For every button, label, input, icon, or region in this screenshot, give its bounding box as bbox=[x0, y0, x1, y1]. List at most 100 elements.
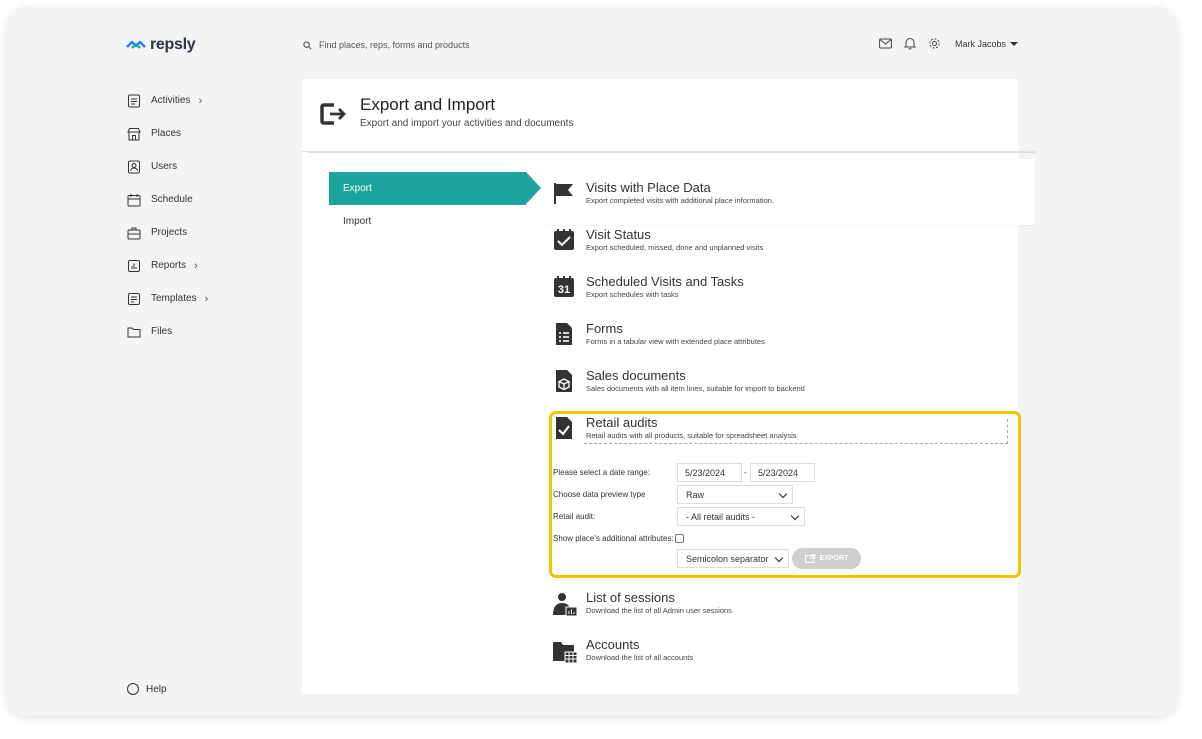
help-icon bbox=[127, 683, 139, 695]
export-item-accounts[interactable]: Accounts Download the list of all accoun… bbox=[552, 637, 693, 664]
export-item-scheduled-visits[interactable]: 31 Scheduled Visits and Tasks Export sch… bbox=[552, 274, 744, 301]
separator-select[interactable]: Semicolon separator bbox=[677, 549, 789, 568]
sidebar-item-label: Files bbox=[151, 326, 173, 337]
repsly-logo[interactable]: repsly bbox=[126, 36, 196, 54]
export-button[interactable]: EXPORT bbox=[792, 548, 861, 569]
tab-export-arrow bbox=[526, 172, 541, 204]
user-menu[interactable]: Mark Jacobs bbox=[955, 38, 1019, 49]
retail-audit-label: Retail audit: bbox=[553, 512, 596, 521]
sidebar-item-projects[interactable]: Projects bbox=[127, 216, 287, 249]
calendar-31-icon: 31 bbox=[552, 275, 578, 301]
calendar-day-number: 31 bbox=[557, 284, 571, 296]
sidebar-item-files[interactable]: Files bbox=[127, 315, 287, 348]
user-badge-icon bbox=[127, 160, 141, 174]
date-to-input[interactable]: 5/23/2024 bbox=[750, 463, 815, 482]
chevron-down-icon bbox=[778, 489, 788, 499]
sidebar-item-label: Templates bbox=[151, 293, 197, 304]
main-card: Export and Import Export and import your… bbox=[302, 79, 1036, 694]
sidebar-item-templates[interactable]: Templates › bbox=[127, 282, 287, 315]
page-title: Export and Import bbox=[360, 95, 496, 114]
export-item-sessions[interactable]: List of sessions Download the list of al… bbox=[552, 590, 732, 617]
briefcase-icon bbox=[127, 226, 141, 240]
sidebar-item-places[interactable]: Places bbox=[127, 117, 287, 150]
top-actions: Mark Jacobs bbox=[879, 37, 1019, 50]
activities-icon bbox=[127, 94, 141, 108]
date-range-label: Please select a date range: bbox=[553, 468, 650, 477]
caret-down-icon bbox=[1010, 41, 1019, 46]
mail-icon[interactable] bbox=[879, 38, 892, 49]
retail-audit-value: - All retail audits - bbox=[686, 511, 756, 522]
folder-icon bbox=[127, 325, 141, 339]
date-separator: - bbox=[744, 468, 747, 477]
sidebar-item-users[interactable]: Users bbox=[127, 150, 287, 183]
item-title: Forms bbox=[586, 321, 623, 336]
tab-export[interactable]: Export bbox=[329, 172, 526, 205]
date-from-input[interactable]: 5/23/2024 bbox=[677, 463, 742, 482]
item-title: Visit Status bbox=[586, 227, 651, 242]
export-item-visits[interactable]: Visits with Place Data Export completed … bbox=[552, 180, 774, 207]
item-desc: Forms in a tabular view with extended pl… bbox=[586, 337, 765, 346]
sidebar: Activities › Places Users Schedule Proje… bbox=[127, 84, 287, 348]
page-header: Export and Import Export and import your… bbox=[302, 79, 1036, 152]
reports-icon bbox=[127, 259, 141, 273]
item-desc: Export completed visits with additional … bbox=[586, 196, 775, 205]
chevron-down-icon bbox=[790, 511, 800, 521]
flag-icon bbox=[552, 181, 578, 207]
bell-icon[interactable] bbox=[904, 37, 916, 50]
retail-audit-select[interactable]: - All retail audits - bbox=[677, 507, 805, 526]
gear-icon[interactable] bbox=[928, 37, 941, 50]
sidebar-item-label: Reports bbox=[151, 260, 187, 271]
logo-mark-icon bbox=[126, 40, 146, 49]
templates-icon bbox=[127, 292, 141, 306]
chevron-down-icon bbox=[774, 553, 784, 563]
item-title: Sales documents bbox=[586, 368, 686, 383]
chevron-right-icon: › bbox=[194, 259, 198, 272]
item-desc: Download the list of all accounts bbox=[586, 653, 694, 662]
calendar-check-icon bbox=[552, 228, 578, 254]
sidebar-item-schedule[interactable]: Schedule bbox=[127, 183, 287, 216]
item-title: Accounts bbox=[586, 637, 640, 652]
preview-type-select[interactable]: Raw bbox=[677, 485, 793, 504]
export-item-forms[interactable]: Forms Forms in a tabular view with exten… bbox=[552, 321, 765, 348]
export-item-visit-status[interactable]: Visit Status Export scheduled, missed, d… bbox=[552, 227, 763, 254]
search-icon bbox=[303, 40, 312, 49]
sidebar-item-label: Schedule bbox=[151, 194, 193, 205]
chevron-right-icon: › bbox=[204, 292, 209, 305]
additional-attributes-checkbox[interactable] bbox=[675, 534, 684, 543]
export-item-retail-audits[interactable]: Retail audits Retail audits with all pro… bbox=[552, 415, 797, 442]
sidebar-item-reports[interactable]: Reports › bbox=[127, 249, 287, 282]
folder-table-icon bbox=[552, 638, 578, 664]
export-item-sales-documents[interactable]: Sales documents Sales documents with all… bbox=[552, 368, 805, 395]
package-document-icon bbox=[552, 369, 578, 395]
sidebar-item-label: Users bbox=[151, 161, 178, 172]
separator-value: Semicolon separator bbox=[686, 553, 769, 564]
user-name: Mark Jacobs bbox=[955, 38, 1007, 49]
item-desc: Export schedules with tasks bbox=[586, 290, 679, 299]
item-title: List of sessions bbox=[586, 590, 675, 605]
item-desc: Sales documents with all item lines, sui… bbox=[586, 384, 805, 393]
logo-text: repsly bbox=[150, 36, 196, 53]
export-import-icon bbox=[320, 103, 346, 125]
calendar-icon bbox=[127, 193, 141, 207]
additional-attributes-label: Show place's additional attributes: bbox=[553, 534, 674, 543]
app-frame: repsly Find places, reps, forms and prod… bbox=[6, 6, 1178, 716]
page-subtitle: Export and import your activities and do… bbox=[360, 118, 574, 129]
help-label: Help bbox=[146, 683, 167, 695]
sidebar-item-activities[interactable]: Activities › bbox=[127, 84, 287, 117]
item-desc: Export scheduled, missed, done and unpla… bbox=[586, 243, 764, 252]
checklist-document-icon bbox=[552, 416, 578, 442]
export-file-icon bbox=[804, 554, 816, 563]
item-title: Scheduled Visits and Tasks bbox=[586, 274, 744, 289]
header-divider bbox=[308, 152, 1036, 153]
user-chart-icon bbox=[552, 591, 578, 617]
tab-import[interactable]: Import bbox=[343, 216, 371, 227]
item-desc: Download the list of all Admin user sess… bbox=[586, 606, 732, 615]
help-link[interactable]: Help bbox=[127, 683, 167, 695]
tab-export-label: Export bbox=[343, 183, 372, 194]
sidebar-item-label: Activities bbox=[151, 95, 191, 106]
store-icon bbox=[127, 127, 141, 141]
global-search[interactable]: Find places, reps, forms and products bbox=[303, 40, 470, 50]
form-document-icon bbox=[552, 322, 578, 348]
item-title: Retail audits bbox=[586, 415, 658, 430]
preview-type-value: Raw bbox=[686, 489, 705, 500]
